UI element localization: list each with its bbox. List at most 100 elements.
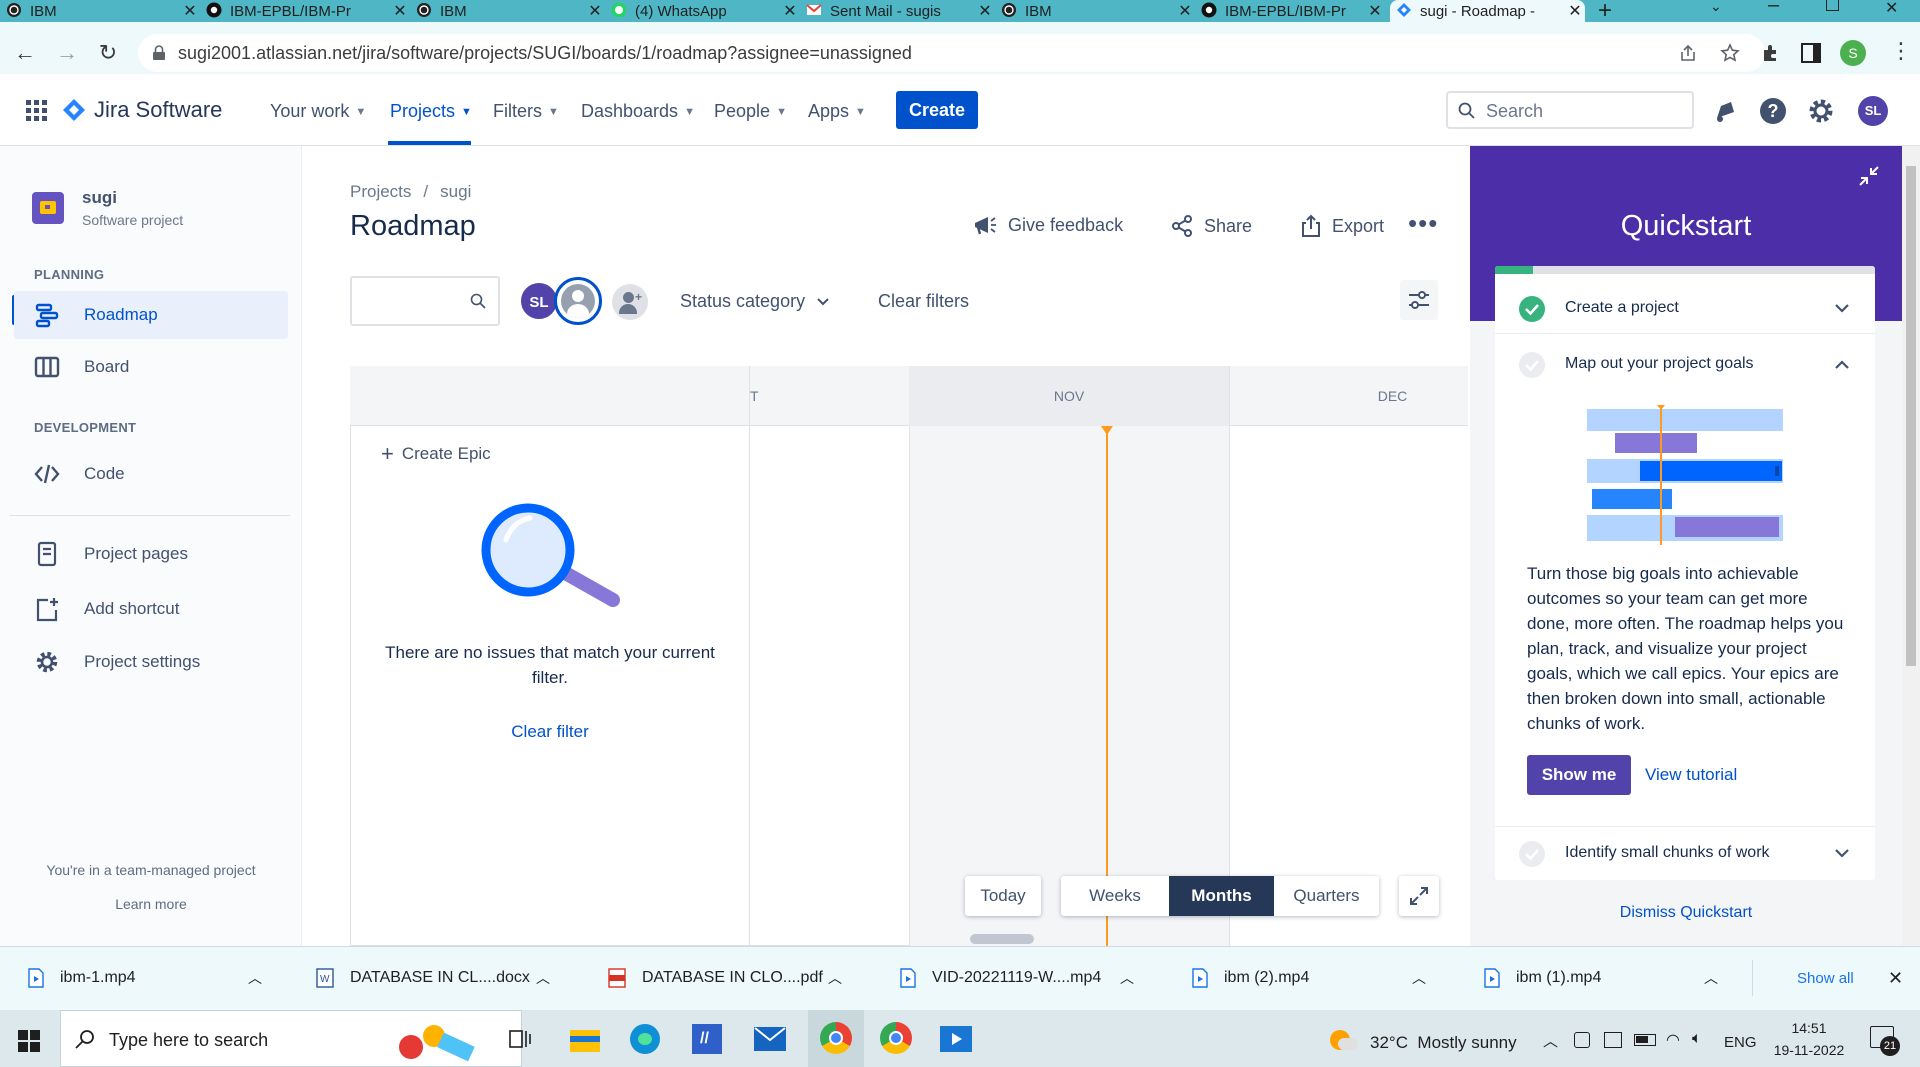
browser-tab[interactable]: IBM-EPBL/IBM-Pr ✕ [1195,0,1385,22]
taskbar-search-box[interactable]: Type here to search [60,1010,522,1067]
export-button[interactable]: Export [1300,214,1384,238]
view-settings-button[interactable] [1400,280,1438,320]
download-item[interactable]: ibm (1).mp4 ︿ [1484,946,1734,1010]
close-icon[interactable]: ✕ [180,1,200,21]
browser-profile-avatar[interactable]: S [1840,40,1866,66]
weather-text[interactable]: 32°C Mostly sunny [1370,1033,1517,1053]
windows-start-icon[interactable] [18,1030,40,1052]
close-shelf-icon[interactable]: ✕ [1888,968,1903,989]
chrome-taskbar-active[interactable] [808,1010,864,1067]
close-icon[interactable]: ✕ [390,1,410,21]
weeks-button[interactable]: Weeks [1061,876,1169,916]
checklist-item-identify-work[interactable]: Identify small chunks of work [1495,826,1875,880]
sidebar-item-roadmap[interactable]: Roadmap [14,291,288,339]
download-item[interactable]: DATABASE IN CLO....pdf ︿ [608,946,858,1010]
download-item[interactable]: W DATABASE IN CL....docx ︿ [316,946,566,1010]
quarters-button[interactable]: Quarters [1274,876,1379,916]
chevron-up-icon[interactable]: ︿ [828,968,842,988]
settings-gear-icon[interactable] [1808,98,1834,124]
show-all-downloads-button[interactable]: Show all [1797,970,1854,987]
reload-icon[interactable]: ↻ [95,40,121,66]
side-panel-icon[interactable] [1801,43,1821,63]
sidebar-item-project-pages[interactable]: Project pages [14,530,288,578]
dismiss-quickstart-link[interactable]: Dismiss Quickstart [1470,904,1902,922]
back-icon[interactable]: ← [12,40,38,66]
nav-your-work[interactable]: Your work ▼ [270,101,366,122]
volume-icon[interactable]: 🔈︎ [1692,1030,1702,1048]
app-switcher-icon[interactable] [26,100,48,122]
sidebar-item-add-shortcut[interactable]: Add shortcut [14,585,288,633]
give-feedback-button[interactable]: Give feedback [972,214,1123,236]
chevron-up-icon[interactable]: ︿ [1412,968,1426,988]
checklist-item-create-project[interactable]: Create a project [1495,284,1875,334]
app-icon[interactable]: // [692,1024,722,1054]
sidebar-item-code[interactable]: Code [14,450,288,498]
page-scrollbar[interactable] [1902,146,1920,946]
browser-tab[interactable]: IBM-EPBL/IBM-Pr ✕ [200,0,410,22]
tray-app-icon[interactable] [1574,1032,1590,1048]
browser-tab[interactable]: IBM ✕ [410,0,605,22]
bookmark-star-icon[interactable] [1720,43,1740,63]
share-page-icon[interactable] [1678,43,1698,63]
clear-filter-link[interactable]: Clear filter [370,722,730,742]
mail-icon[interactable] [754,1027,786,1051]
view-tutorial-link[interactable]: View tutorial [1645,765,1737,785]
status-category-dropdown[interactable]: Status category [680,291,829,312]
create-button[interactable]: Create [896,91,978,129]
browser-tab[interactable]: Sent Mail - sugis ✕ [800,0,995,22]
nav-projects[interactable]: Projects ▼ [390,101,472,122]
minimize-icon[interactable]: – [1768,0,1779,17]
notifications-icon[interactable] [1712,98,1738,124]
breadcrumb-projects[interactable]: Projects [350,182,411,202]
download-item[interactable]: ibm-1.mp4 ︿ [28,946,278,1010]
task-view-icon[interactable] [508,1028,532,1050]
nav-apps[interactable]: Apps ▼ [808,101,866,122]
close-icon[interactable]: ✕ [1565,1,1585,21]
horizontal-scrollbar[interactable] [970,934,1034,944]
share-button[interactable]: Share [1170,214,1252,238]
more-actions-icon[interactable]: ••• [1408,208,1438,239]
close-icon[interactable]: ✕ [780,1,800,21]
jira-logo[interactable]: Jira Software [62,97,222,123]
nav-dashboards[interactable]: Dashboards ▼ [581,101,695,122]
checklist-item-map-goals[interactable]: Map out your project goals [1495,340,1875,390]
assignee-filter-avatar[interactable]: SL [519,281,559,321]
today-button[interactable]: Today [965,876,1041,916]
edge-browser-icon[interactable] [630,1024,660,1054]
clock-time[interactable]: 14:51 [1768,1020,1850,1036]
tray-meet-icon[interactable] [1604,1032,1622,1048]
wifi-icon[interactable]: ◠ [1666,1030,1680,1050]
nav-filters[interactable]: Filters ▼ [493,101,559,122]
help-icon[interactable]: ? [1760,98,1786,124]
address-bar[interactable]: sugi2001.atlassian.net/jira/software/pro… [138,34,1765,72]
sidebar-item-project-settings[interactable]: Project settings [14,638,288,686]
months-button[interactable]: Months [1169,876,1274,916]
close-icon[interactable]: ✕ [1175,1,1195,21]
browser-tab[interactable]: (4) WhatsApp ✕ [605,0,800,22]
user-avatar[interactable]: SL [1858,96,1888,126]
media-player-icon[interactable] [940,1026,972,1052]
chevron-up-icon[interactable]: ︿ [536,968,550,988]
close-icon[interactable]: ✕ [975,1,995,21]
clear-filters-button[interactable]: Clear filters [878,291,969,312]
close-icon[interactable]: ✕ [585,1,605,21]
tab-search-icon[interactable]: ⌄ [1710,0,1722,15]
file-explorer-icon[interactable] [570,1026,600,1052]
clock-date[interactable]: 19-11-2022 [1768,1042,1850,1058]
browser-tab-active[interactable]: sugi - Roadmap - ✕ [1390,0,1585,22]
chevron-up-icon[interactable]: ︿ [1704,968,1718,988]
nav-people[interactable]: People ▼ [714,101,787,122]
close-icon[interactable]: ✕ [1365,1,1385,21]
breadcrumb-project[interactable]: sugi [440,182,471,202]
add-people-icon[interactable]: + [612,284,648,320]
chevron-up-icon[interactable]: ︿ [248,968,262,988]
learn-more-link[interactable]: Learn more [0,896,302,912]
fullscreen-button[interactable] [1399,876,1439,916]
show-me-button[interactable]: Show me [1527,755,1631,795]
window-close-icon[interactable]: ✕ [1885,0,1898,18]
download-item[interactable]: VID-20221119-W....mp4 ︿ [900,946,1150,1010]
restore-icon[interactable] [1826,0,1839,11]
tray-chevron-icon[interactable]: ︿ [1543,1030,1558,1051]
project-avatar[interactable] [32,192,64,224]
browser-tab[interactable]: IBM ✕ [0,0,200,22]
